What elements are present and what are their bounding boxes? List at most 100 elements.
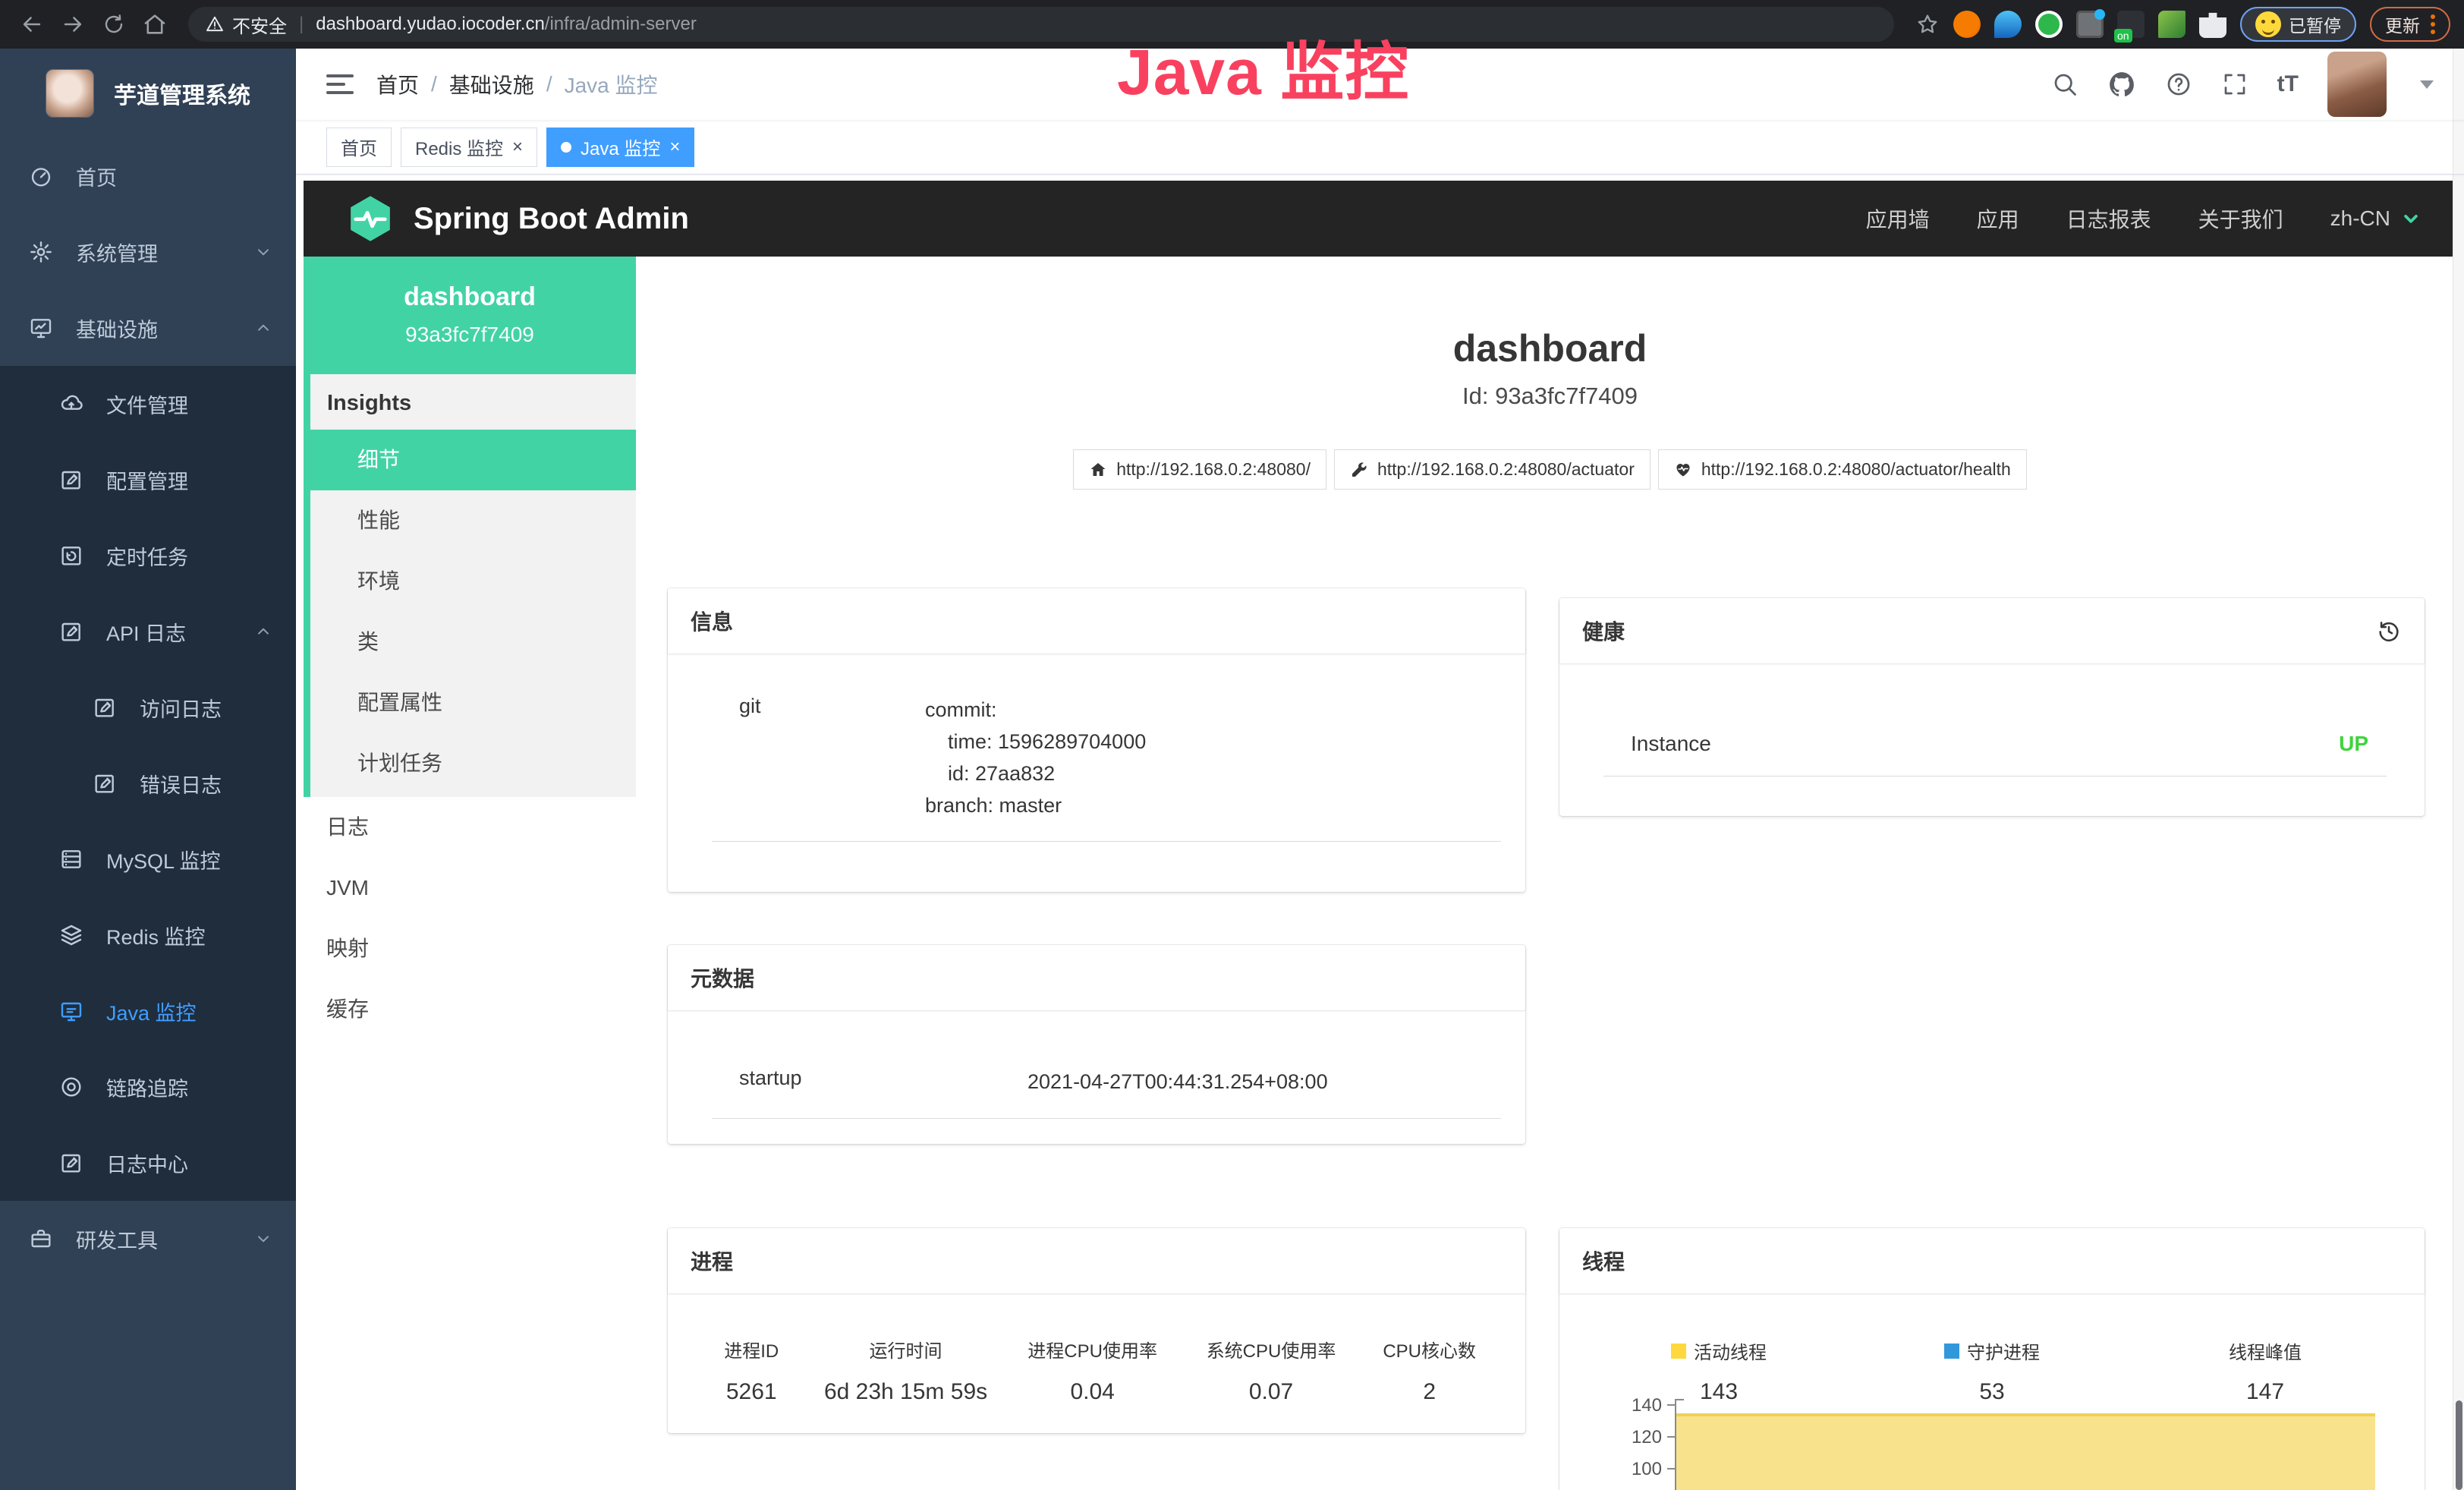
side-item-caches[interactable]: 缓存	[304, 979, 636, 1040]
instance-header[interactable]: dashboard 93a3fc7f7409	[304, 257, 636, 374]
search-icon[interactable]	[2051, 71, 2079, 98]
sba-locale-select[interactable]: zh-CN	[2330, 206, 2422, 231]
breadcrumb-home[interactable]: 首页	[376, 69, 419, 99]
user-avatar[interactable]	[2327, 52, 2387, 117]
close-icon[interactable]: ×	[512, 138, 523, 156]
browser-forward-button[interactable]	[55, 6, 91, 43]
side-item-jvm[interactable]: JVM	[304, 858, 636, 918]
app-logo-row[interactable]: 芋道管理系统	[0, 49, 296, 138]
sidebar-item-access-log[interactable]: 访问日志	[0, 669, 296, 745]
breadcrumb-infra[interactable]: 基础设施	[449, 69, 534, 99]
cpu-cores: 2	[1356, 1379, 1503, 1405]
browser-back-button[interactable]	[14, 6, 50, 43]
extension-icon-grid[interactable]	[2076, 11, 2104, 38]
scrollbar-thumb[interactable]	[2456, 1400, 2462, 1490]
sidebar-item-infra[interactable]: 基础设施	[0, 290, 296, 366]
bookmark-star-icon[interactable]	[1915, 12, 1940, 36]
chevron-up-icon	[253, 318, 273, 338]
github-icon[interactable]	[2107, 70, 2136, 99]
sidebar-item-file-mgmt[interactable]: 文件管理	[0, 366, 296, 442]
sidebar-item-mysql-monitor[interactable]: MySQL 监控	[0, 821, 296, 897]
update-label: 更新	[2385, 11, 2420, 37]
side-item-logs[interactable]: 日志	[304, 797, 636, 858]
instance-name: dashboard	[311, 282, 628, 312]
sidebar-item-log-center[interactable]: 日志中心	[0, 1125, 296, 1201]
sidebar-item-scheduled-jobs[interactable]: 定时任务	[0, 518, 296, 594]
sba-nav-about[interactable]: 关于我们	[2198, 203, 2283, 234]
threads-card: 线程 活动线程 守护进程 线程峰值 143 53 147	[1559, 1228, 2425, 1490]
url-host: dashboard.yudao.iocoder.cn	[316, 14, 545, 35]
metadata-key: startup	[739, 1066, 1027, 1098]
address-bar[interactable]: 不安全 | dashboard.yudao.iocoder.cn /infra/…	[188, 7, 1894, 42]
side-item-environment[interactable]: 环境	[310, 551, 636, 612]
extension-icon-proxy-on[interactable]: on	[2117, 11, 2145, 38]
sidebar-item-config-mgmt[interactable]: 配置管理	[0, 442, 296, 518]
security-indicator[interactable]: 不安全	[205, 11, 287, 38]
history-icon[interactable]	[2376, 618, 2402, 644]
process-table: 进程ID 运行时间 进程CPU使用率 系统CPU使用率 CPU核心数 5261 …	[691, 1336, 1503, 1405]
info-git-row: git commit: time: 1596289704000 id: 27aa…	[712, 673, 1501, 842]
tab-java-monitor[interactable]: Java 监控 ×	[546, 128, 694, 167]
sidebar-item-redis-monitor[interactable]: Redis 监控	[0, 897, 296, 973]
browser-update-button[interactable]: 更新	[2370, 7, 2450, 42]
url-path: /infra/admin-server	[545, 14, 697, 35]
browser-menu-icon[interactable]	[2431, 14, 2435, 34]
eye-icon	[59, 1075, 83, 1099]
side-item-config-props[interactable]: 配置属性	[310, 673, 636, 733]
sba-nav-applications[interactable]: 应用	[1977, 203, 2019, 234]
side-item-mappings[interactable]: 映射	[304, 918, 636, 979]
sidebar-item-error-log[interactable]: 错误日志	[0, 745, 296, 821]
tab-redis-monitor[interactable]: Redis 监控 ×	[401, 128, 537, 167]
process-pid: 5261	[691, 1379, 813, 1405]
sba-nav-journal[interactable]: 日志报表	[2066, 203, 2151, 234]
sidebar-item-home[interactable]: 首页	[0, 138, 296, 214]
font-size-icon[interactable]: tT	[2277, 71, 2299, 97]
side-item-metrics[interactable]: 性能	[310, 490, 636, 551]
extension-icon-orange[interactable]	[1953, 11, 1981, 38]
actuator-url-link[interactable]: http://192.168.0.2:48080/actuator	[1334, 449, 1651, 490]
extension-icon-pin[interactable]	[1994, 11, 2022, 38]
page-scrollbar[interactable]	[2453, 49, 2464, 1490]
y-tick-120: 120	[1582, 1427, 1662, 1448]
side-item-scheduled-tasks[interactable]: 计划任务	[310, 733, 636, 794]
side-item-details[interactable]: 细节	[310, 430, 636, 490]
health-url-link[interactable]: http://192.168.0.2:48080/actuator/health	[1658, 449, 2027, 490]
sidebar-item-dev-tools[interactable]: 研发工具	[0, 1201, 296, 1277]
browser-home-button[interactable]	[137, 6, 173, 43]
browser-profile-badge[interactable]: 已暂停	[2240, 7, 2356, 42]
help-icon[interactable]	[2165, 71, 2192, 98]
service-url-link[interactable]: http://192.168.0.2:48080/	[1073, 449, 1326, 490]
briefcase-icon	[29, 1227, 53, 1251]
process-uptime: 6d 23h 15m 59s	[813, 1379, 999, 1405]
tab-home[interactable]: 首页	[326, 128, 392, 167]
sba-nav-wallboard[interactable]: 应用墙	[1866, 203, 1930, 234]
extensions-puzzle-icon[interactable]	[2199, 11, 2226, 38]
health-card: 健康 Instance UP	[1559, 598, 2425, 816]
browser-reload-button[interactable]	[96, 6, 132, 43]
hamburger-icon[interactable]	[326, 74, 354, 94]
sidebar-item-system[interactable]: 系统管理	[0, 214, 296, 290]
instance-id: 93a3fc7f7409	[311, 323, 628, 347]
metadata-startup-row: startup 2021-04-27T00:44:31.254+08:00	[712, 1045, 1501, 1119]
sidebar-item-tracing[interactable]: 链路追踪	[0, 1049, 296, 1125]
user-menu-caret-icon[interactable]	[2420, 80, 2434, 89]
app-menu: 首页 系统管理 基础设施 文件管理 配置管理	[0, 138, 296, 1277]
log-icon	[59, 1151, 83, 1175]
sidebar-item-java-monitor[interactable]: Java 监控	[0, 973, 296, 1049]
profile-badge-label: 已暂停	[2289, 11, 2341, 37]
sidebar-item-api-log[interactable]: API 日志	[0, 594, 296, 669]
active-threads-area	[1676, 1413, 2375, 1490]
sidebar-root-items: 日志 JVM 映射 缓存	[304, 797, 636, 1040]
system-cpu: 0.07	[1186, 1379, 1357, 1405]
database-icon	[59, 847, 83, 871]
extension-icon-green-circle[interactable]	[2035, 11, 2063, 38]
fullscreen-icon[interactable]	[2221, 71, 2248, 98]
sba-brand[interactable]: Spring Boot Admin	[345, 194, 689, 244]
tags-view-bar: 首页 Redis 监控 × Java 监控 ×	[296, 120, 2464, 175]
extension-icon-leaf[interactable]	[2158, 11, 2186, 38]
health-instance-row: Instance UP	[1603, 712, 2387, 777]
close-icon[interactable]: ×	[669, 138, 680, 156]
side-item-classes[interactable]: 类	[310, 612, 636, 673]
threads-area-chart: 140 120 100	[1559, 1404, 2425, 1490]
instance-links: http://192.168.0.2:48080/ http://192.168…	[636, 449, 2464, 490]
